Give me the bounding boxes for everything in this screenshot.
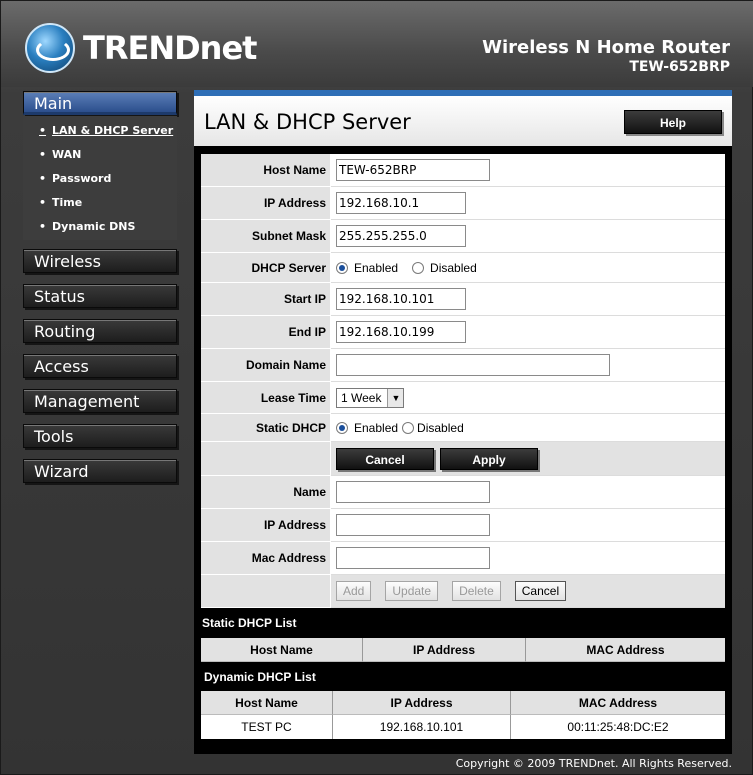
static-name-label: Name xyxy=(201,476,331,509)
static-name-input[interactable] xyxy=(336,481,490,503)
row-host-name: Host Name xyxy=(201,154,725,187)
host-name-input[interactable] xyxy=(336,159,490,181)
column-ip-address: IP Address xyxy=(363,638,526,662)
dhcp-enabled-radio[interactable] xyxy=(336,261,348,274)
lease-time-label: Lease Time xyxy=(201,382,331,414)
sidebar: Main • LAN & DHCP Server • WAN • Password •… xyxy=(23,89,179,489)
column-ip-address: IP Address xyxy=(333,691,511,715)
lease-time-value: 1 Week xyxy=(341,390,382,405)
row-start-ip: Start IP xyxy=(201,283,725,316)
static-list-title: Static DHCP List xyxy=(202,616,297,630)
submenu-dynamic-dns[interactable]: • Dynamic DNS xyxy=(39,220,135,233)
sidebar-item-main[interactable]: Main xyxy=(23,91,177,115)
domain-name-input[interactable] xyxy=(336,354,610,376)
apply-button[interactable]: Apply xyxy=(440,447,538,470)
bullet-icon: • xyxy=(39,220,47,233)
bullet-icon: • xyxy=(39,172,47,185)
dhcp-disabled-radio[interactable] xyxy=(412,261,425,274)
submenu-time[interactable]: • Time xyxy=(39,196,82,209)
submenu-password[interactable]: • Password xyxy=(39,172,111,185)
column-mac-address: MAC Address xyxy=(511,691,725,715)
sidebar-item-management[interactable]: Management xyxy=(23,389,177,413)
row-ip: 192.168.10.101 xyxy=(333,715,511,739)
start-ip-label: Start IP xyxy=(201,283,331,316)
row-static-ip: IP Address xyxy=(201,509,725,542)
row-actions: Cancel Apply xyxy=(201,442,725,476)
sidebar-item-status[interactable]: Status xyxy=(23,284,177,308)
main-panel: LAN & DHCP Server Help Host Name IP Addr… xyxy=(194,90,732,754)
table-header-row: Host Name IP Address MAC Address xyxy=(201,691,725,715)
bullet-icon: • xyxy=(39,148,47,161)
ip-address-label: IP Address xyxy=(201,187,331,220)
static-dhcp-table: Host Name IP Address MAC Address xyxy=(201,638,725,662)
router-frame: TRENDnet Wireless N Home Router TEW-652B… xyxy=(0,0,753,775)
sidebar-item-tools[interactable]: Tools xyxy=(23,424,177,448)
dynamic-dhcp-table: Host Name IP Address MAC Address TEST PC… xyxy=(201,691,725,739)
end-ip-input[interactable] xyxy=(336,321,466,343)
start-ip-input[interactable] xyxy=(336,288,466,310)
row-domain-name: Domain Name xyxy=(201,349,725,382)
header: TRENDnet Wireless N Home Router TEW-652B… xyxy=(1,1,753,87)
column-mac-address: MAC Address xyxy=(526,638,725,662)
row-ip-address: IP Address xyxy=(201,187,725,220)
cancel-button[interactable]: Cancel xyxy=(336,447,434,470)
ip-address-input[interactable] xyxy=(336,192,466,214)
domain-name-label: Domain Name xyxy=(201,349,331,382)
product-title: Wireless N Home Router xyxy=(482,37,730,58)
sidebar-item-wireless[interactable]: Wireless xyxy=(23,249,177,273)
copyright: Copyright © 2009 TRENDnet. All Rights Re… xyxy=(455,757,732,770)
page-title: LAN & DHCP Server xyxy=(204,110,411,134)
logo-text: TRENDnet xyxy=(83,29,257,67)
host-name-label: Host Name xyxy=(201,154,331,187)
row-mac: 00:11:25:48:DC:E2 xyxy=(511,715,725,739)
main-submenu: • LAN & DHCP Server • WAN • Password • Time … xyxy=(23,116,177,240)
dhcp-disabled-label: Disabled xyxy=(430,260,477,275)
table-row: TEST PC 192.168.10.101 00:11:25:48:DC:E2 xyxy=(201,715,725,739)
sidebar-item-access[interactable]: Access xyxy=(23,354,177,378)
table-header-row: Host Name IP Address MAC Address xyxy=(201,638,725,662)
dhcp-enabled-label: Enabled xyxy=(354,260,399,275)
lease-time-select[interactable]: 1 Week ▼ xyxy=(336,387,405,408)
sidebar-item-routing[interactable]: Routing xyxy=(23,319,177,343)
row-subnet-mask: Subnet Mask xyxy=(201,220,725,253)
static-enabled-radio[interactable] xyxy=(336,421,348,434)
column-host-name: Host Name xyxy=(201,638,363,662)
bullet-icon: • xyxy=(39,124,47,137)
title-bar: LAN & DHCP Server Help xyxy=(194,96,732,146)
static-ip-label: IP Address xyxy=(201,509,331,542)
row-host: TEST PC xyxy=(201,715,333,739)
row-static-dhcp: Static DHCP Enabled Disabled xyxy=(201,414,725,442)
column-host-name: Host Name xyxy=(201,691,333,715)
static-enabled-label: Enabled xyxy=(354,420,399,435)
static-cancel-button[interactable]: Cancel xyxy=(514,581,567,601)
help-button[interactable]: Help xyxy=(624,110,722,134)
row-static-name: Name xyxy=(201,476,725,509)
static-disabled-label: Disabled xyxy=(417,420,464,435)
submenu-wan[interactable]: • WAN xyxy=(39,148,81,161)
chevron-down-icon: ▼ xyxy=(387,388,404,407)
static-ip-input[interactable] xyxy=(336,514,490,536)
dhcp-server-label: DHCP Server xyxy=(201,253,331,283)
subnet-mask-input[interactable] xyxy=(336,225,466,247)
subnet-mask-label: Subnet Mask xyxy=(201,220,331,253)
static-mac-input[interactable] xyxy=(336,547,490,569)
row-end-ip: End IP xyxy=(201,316,725,349)
sidebar-item-wizard[interactable]: Wizard xyxy=(23,459,177,483)
static-disabled-radio[interactable] xyxy=(402,421,415,434)
row-static-actions: Add Update Delete Cancel xyxy=(201,575,725,608)
delete-button[interactable]: Delete xyxy=(452,581,501,601)
dynamic-list-title: Dynamic DHCP List xyxy=(204,670,316,684)
static-mac-label: Mac Address xyxy=(201,542,331,575)
row-dhcp-server: DHCP Server Enabled Disabled xyxy=(201,253,725,283)
row-static-mac: Mac Address xyxy=(201,542,725,575)
submenu-lan-dhcp[interactable]: • LAN & DHCP Server xyxy=(39,124,173,137)
trendnet-logo-icon xyxy=(25,23,75,73)
add-button[interactable]: Add xyxy=(336,581,372,601)
row-lease-time: Lease Time 1 Week ▼ xyxy=(201,382,725,414)
end-ip-label: End IP xyxy=(201,316,331,349)
update-button[interactable]: Update xyxy=(385,581,439,601)
bullet-icon: • xyxy=(39,196,47,209)
static-dhcp-label: Static DHCP xyxy=(201,414,331,442)
product-model: TEW-652BRP xyxy=(629,59,730,75)
